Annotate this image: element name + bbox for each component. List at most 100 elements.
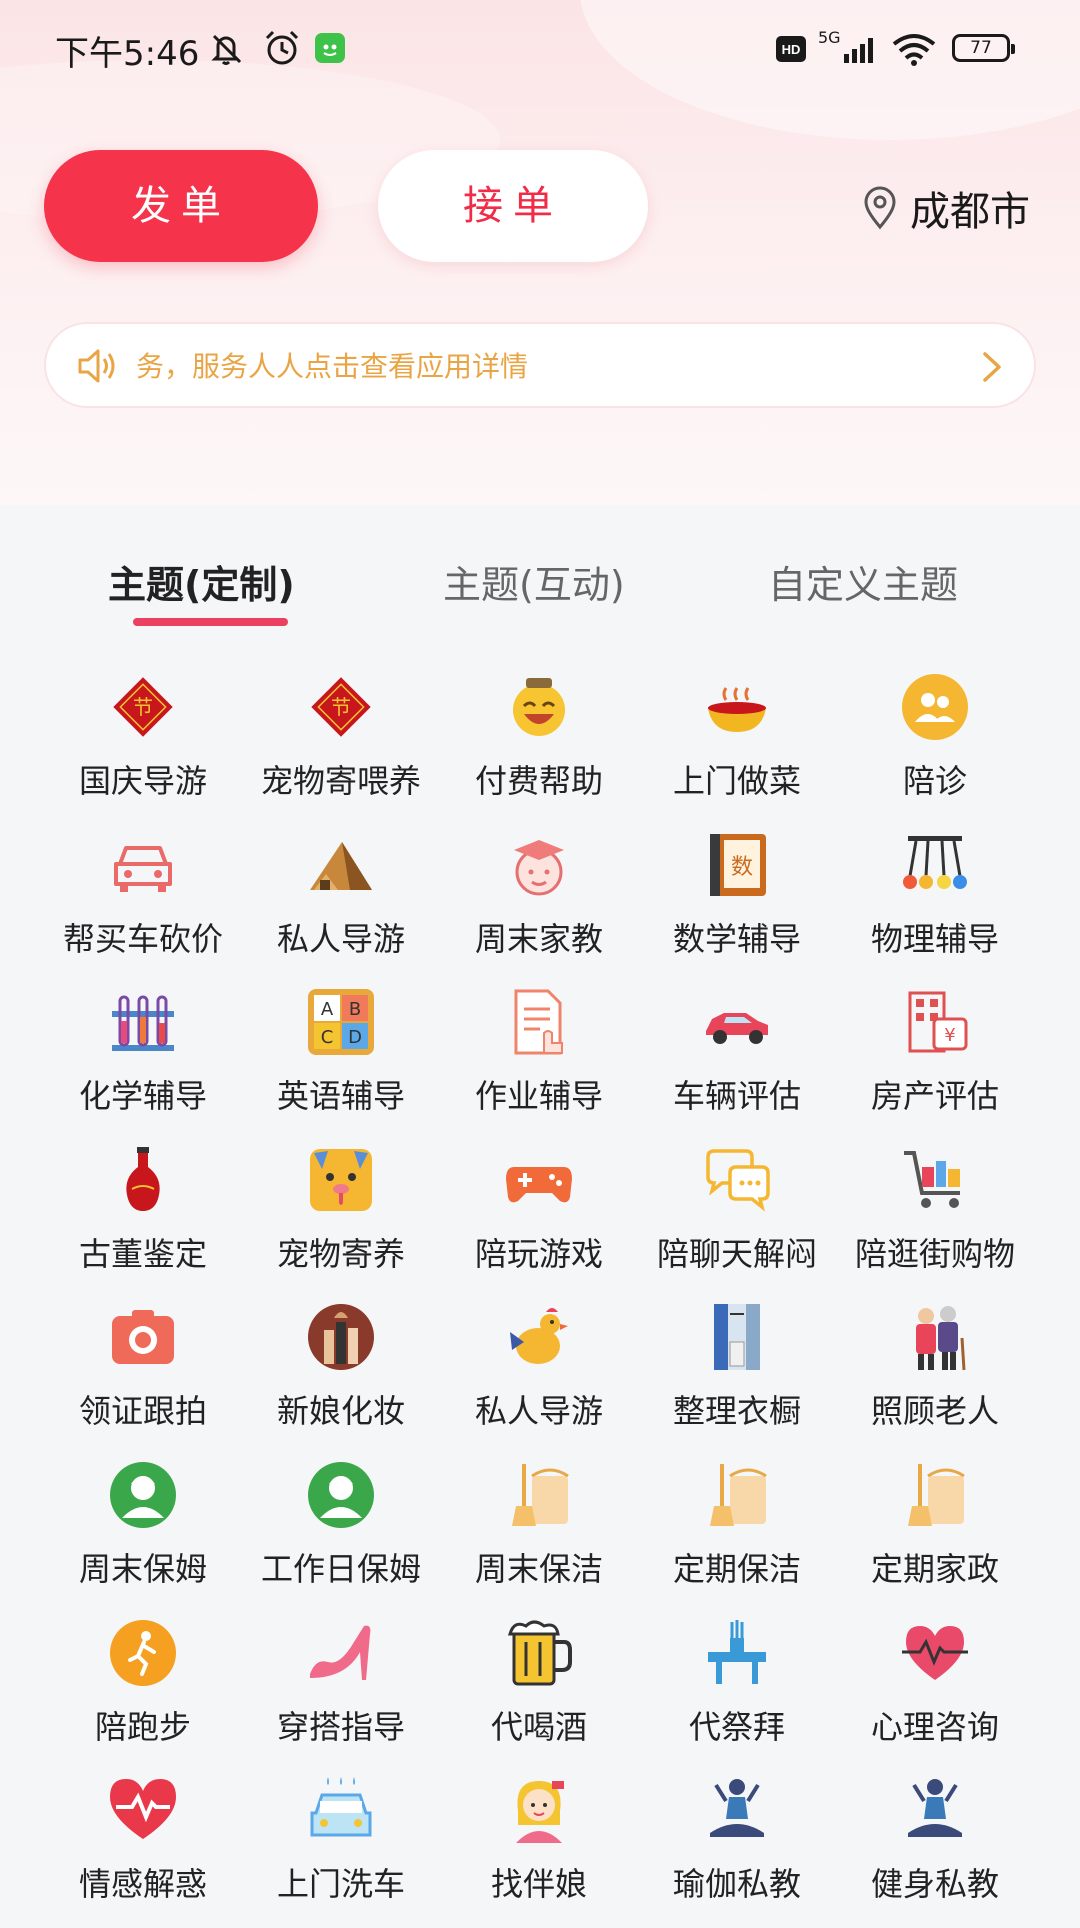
cooking-bowl-icon bbox=[702, 672, 772, 742]
battery-icon: 77 bbox=[952, 34, 1015, 62]
mute-icon bbox=[211, 34, 242, 65]
active-tab-indicator bbox=[133, 618, 288, 626]
service-label: 上门做菜 bbox=[672, 762, 801, 800]
graduate-icon bbox=[504, 830, 574, 900]
service-item[interactable]: 节国庆导游 bbox=[44, 668, 242, 825]
car-wash-icon bbox=[306, 1775, 376, 1845]
service-item[interactable]: 数数学辅导 bbox=[638, 826, 836, 983]
service-item[interactable]: 心理咨询 bbox=[836, 1614, 1034, 1771]
tab-user-defined-theme[interactable]: 自定义主题 bbox=[768, 554, 958, 609]
math-book-icon: 数 bbox=[702, 830, 772, 900]
service-item[interactable]: 上门洗车 bbox=[242, 1771, 440, 1928]
elderly-icon bbox=[900, 1302, 970, 1372]
service-item[interactable]: 情感解惑 bbox=[44, 1771, 242, 1928]
vase-icon bbox=[108, 1145, 178, 1215]
service-item[interactable]: 帮买车砍价 bbox=[44, 826, 242, 983]
service-label: 周末家教 bbox=[474, 919, 603, 958]
service-item[interactable]: 古董鉴定 bbox=[44, 1141, 242, 1298]
car-front-icon bbox=[108, 830, 178, 900]
service-item[interactable]: 照顾老人 bbox=[836, 1298, 1034, 1455]
service-item[interactable]: 周末保姆 bbox=[44, 1456, 242, 1613]
service-label: 宠物寄喂养 bbox=[260, 762, 421, 800]
network-type: 5G bbox=[818, 28, 841, 47]
location-selector[interactable]: 成都市 bbox=[862, 178, 1030, 238]
service-item[interactable]: 新娘化妆 bbox=[242, 1298, 440, 1455]
service-label: 数学辅导 bbox=[672, 919, 801, 958]
service-item[interactable]: 陪聊天解闷 bbox=[638, 1141, 836, 1298]
service-item[interactable]: 付费帮助 bbox=[440, 668, 638, 825]
broom-bucket-icon bbox=[900, 1460, 970, 1530]
service-item[interactable]: ¥ 房产评估 bbox=[836, 983, 1034, 1140]
service-item[interactable]: 作业辅导 bbox=[440, 983, 638, 1140]
service-label: 国庆导游 bbox=[78, 762, 207, 800]
status-time: 下午5:46 bbox=[55, 34, 200, 74]
camera-icon bbox=[108, 1302, 178, 1372]
svg-text:D: D bbox=[348, 1027, 362, 1048]
service-item[interactable]: 车辆评估 bbox=[638, 983, 836, 1140]
service-item[interactable]: 陪玩游戏 bbox=[440, 1141, 638, 1298]
service-label: 工作日保姆 bbox=[260, 1550, 421, 1588]
service-label: 整理衣橱 bbox=[672, 1392, 801, 1431]
service-item[interactable]: 陪诊 bbox=[836, 668, 1034, 825]
homework-doc-icon bbox=[504, 987, 574, 1057]
notice-bar[interactable]: 务，服务人人点击查看应用详情 bbox=[44, 322, 1036, 408]
service-item[interactable]: 周末保洁 bbox=[440, 1456, 638, 1613]
service-label: 帮买车砍价 bbox=[62, 919, 223, 958]
service-label: 物理辅导 bbox=[870, 919, 999, 958]
service-label: 代喝酒 bbox=[490, 1707, 587, 1746]
service-label: 作业辅导 bbox=[474, 1077, 603, 1116]
makeup-brush-icon bbox=[306, 1302, 376, 1372]
accept-order-button[interactable]: 接单 bbox=[378, 150, 648, 262]
pyramid-icon bbox=[306, 830, 376, 900]
service-item[interactable]: 领证跟拍 bbox=[44, 1298, 242, 1455]
service-label: 陪聊天解闷 bbox=[656, 1234, 817, 1273]
gamepad-icon bbox=[504, 1145, 574, 1215]
service-item[interactable]: 物理辅导 bbox=[836, 826, 1034, 983]
service-label: 陪逛街购物 bbox=[854, 1234, 1015, 1273]
theme-tabs: 主题(定制) 主题(互动) 自定义主题 bbox=[0, 540, 1080, 640]
runner-icon bbox=[108, 1618, 178, 1688]
service-item[interactable]: A B C D 英语辅导 bbox=[242, 983, 440, 1140]
festival-icon: 节 bbox=[108, 672, 178, 742]
service-label: 定期保洁 bbox=[672, 1550, 801, 1588]
service-label: 付费帮助 bbox=[474, 762, 603, 800]
chevron-right-icon bbox=[983, 352, 1001, 382]
publish-order-button[interactable]: 发单 bbox=[44, 150, 318, 262]
svg-text:A: A bbox=[321, 999, 334, 1020]
service-label: 上门洗车 bbox=[276, 1865, 405, 1904]
service-item[interactable]: 找伴娘 bbox=[440, 1771, 638, 1928]
service-label: 瑜伽私教 bbox=[672, 1865, 801, 1904]
service-item[interactable]: 周末家教 bbox=[440, 826, 638, 983]
service-item[interactable]: 整理衣橱 bbox=[638, 1298, 836, 1455]
service-item[interactable]: 宠物寄养 bbox=[242, 1141, 440, 1298]
service-item[interactable]: 化学辅导 bbox=[44, 983, 242, 1140]
service-item[interactable]: 健身私教 bbox=[836, 1771, 1034, 1928]
service-label: 陪诊 bbox=[902, 762, 967, 800]
service-item[interactable]: 定期保洁 bbox=[638, 1456, 836, 1613]
service-item[interactable]: 陪跑步 bbox=[44, 1614, 242, 1771]
service-item[interactable]: 瑜伽私教 bbox=[638, 1771, 836, 1928]
tab-interactive-theme[interactable]: 主题(互动) bbox=[443, 554, 625, 609]
high-heel-icon bbox=[306, 1618, 376, 1688]
service-label: 房产评估 bbox=[870, 1077, 999, 1116]
service-item[interactable]: 穿搭指导 bbox=[242, 1614, 440, 1771]
service-item[interactable]: 节宠物寄喂养 bbox=[242, 668, 440, 825]
service-item[interactable]: 私人导游 bbox=[440, 1298, 638, 1455]
service-item[interactable]: 上门做菜 bbox=[638, 668, 836, 825]
service-item[interactable]: 工作日保姆 bbox=[242, 1456, 440, 1613]
festival-icon: 节 bbox=[306, 672, 376, 742]
pendulum-icon bbox=[900, 830, 970, 900]
service-item[interactable]: 代祭拜 bbox=[638, 1614, 836, 1771]
yoga-icon bbox=[702, 1775, 772, 1845]
service-label: 周末保洁 bbox=[474, 1550, 603, 1588]
broom-bucket-icon bbox=[504, 1460, 574, 1530]
service-item[interactable]: 定期家政 bbox=[836, 1456, 1034, 1613]
service-item[interactable]: 代喝酒 bbox=[440, 1614, 638, 1771]
service-item[interactable]: 私人导游 bbox=[242, 826, 440, 983]
service-item[interactable]: 陪逛街购物 bbox=[836, 1141, 1034, 1298]
signal-icon bbox=[844, 38, 873, 63]
status-bar: 下午5:46 HD 5G 77 bbox=[0, 0, 1080, 100]
service-label: 周末保姆 bbox=[78, 1550, 207, 1588]
service-label: 陪跑步 bbox=[94, 1707, 191, 1746]
tab-custom-theme[interactable]: 主题(定制) bbox=[108, 554, 295, 609]
